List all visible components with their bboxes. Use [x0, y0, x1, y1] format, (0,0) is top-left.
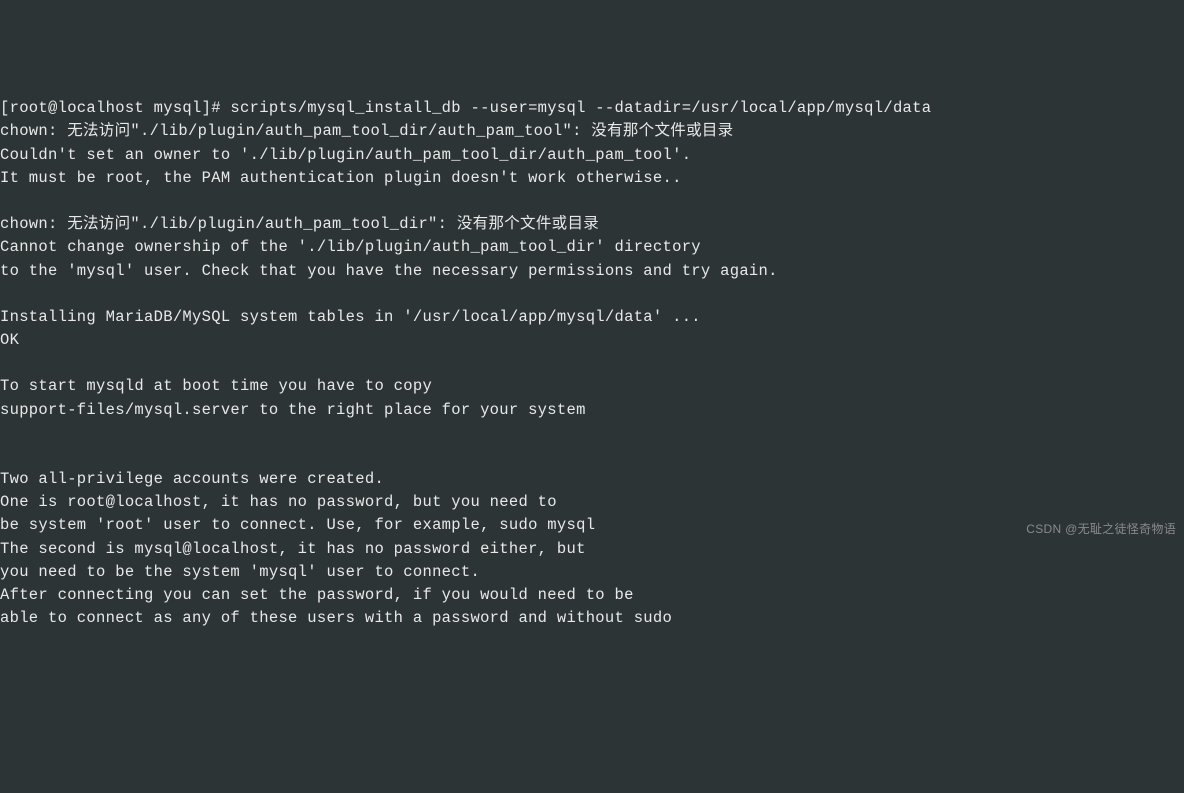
terminal-line: support-files/mysql.server to the right … — [0, 399, 1184, 422]
terminal-line: Installing MariaDB/MySQL system tables i… — [0, 306, 1184, 329]
terminal-line: Two all-privilege accounts were created. — [0, 468, 1184, 491]
terminal-line — [0, 422, 1184, 445]
terminal-line: After connecting you can set the passwor… — [0, 584, 1184, 607]
terminal-line: chown: 无法访问"./lib/plugin/auth_pam_tool_d… — [0, 213, 1184, 236]
terminal-line: The second is mysql@localhost, it has no… — [0, 538, 1184, 561]
terminal-line: be system 'root' user to connect. Use, f… — [0, 514, 1184, 537]
terminal-line: OK — [0, 329, 1184, 352]
terminal-line — [0, 352, 1184, 375]
terminal-line: chown: 无法访问"./lib/plugin/auth_pam_tool_d… — [0, 120, 1184, 143]
terminal-line — [0, 283, 1184, 306]
terminal-line: to the 'mysql' user. Check that you have… — [0, 260, 1184, 283]
watermark-text: CSDN @无耻之徒怪奇物语 — [1026, 520, 1176, 538]
terminal-line: [root@localhost mysql]# scripts/mysql_in… — [0, 97, 1184, 120]
terminal-line: able to connect as any of these users wi… — [0, 607, 1184, 630]
terminal-line: It must be root, the PAM authentication … — [0, 167, 1184, 190]
terminal-line: To start mysqld at boot time you have to… — [0, 375, 1184, 398]
terminal-line: One is root@localhost, it has no passwor… — [0, 491, 1184, 514]
terminal-line: Couldn't set an owner to './lib/plugin/a… — [0, 144, 1184, 167]
terminal-line — [0, 190, 1184, 213]
terminal-line: Cannot change ownership of the './lib/pl… — [0, 236, 1184, 259]
terminal-line — [0, 445, 1184, 468]
terminal-output[interactable]: [root@localhost mysql]# scripts/mysql_in… — [0, 97, 1184, 631]
terminal-line: you need to be the system 'mysql' user t… — [0, 561, 1184, 584]
